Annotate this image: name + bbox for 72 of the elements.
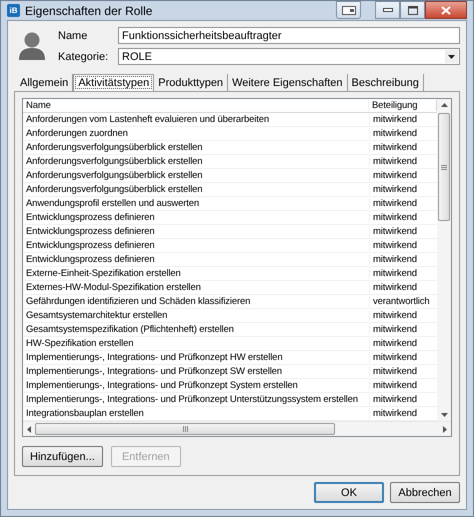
table-cell-text: mitwirkend	[372, 184, 418, 195]
table-cell: Anforderungen vom Lastenheft evaluieren und überarbeiten	[23, 114, 370, 125]
scroll-left-arrow-icon[interactable]	[27, 426, 31, 432]
grip-icon	[182, 426, 188, 432]
table-cell: Anforderungsverfolgungsüberblick erstellen	[23, 170, 370, 181]
table-cell: Gesamtsystemspezifikation (Pflichtenheft) erstellen	[23, 324, 370, 335]
ok-button[interactable]: OK	[314, 482, 384, 503]
table-cell: Entwicklungsprozess definieren	[23, 212, 370, 223]
table-cell: Anforderungsverfolgungsüberblick erstellen	[23, 156, 370, 167]
table-cell-text: mitwirkend	[372, 254, 418, 265]
table-cell-text: mitwirkend	[372, 394, 418, 405]
add-button[interactable]: Hinzufügen...	[22, 446, 103, 467]
table-cell: Implementierungs-, Integrations- und Prüfkonzept HW erstellen	[23, 352, 370, 363]
table-cell-text: mitwirkend	[372, 352, 418, 363]
table-cell-text: mitwirkend	[372, 142, 418, 153]
table-cell-text: mitwirkend	[372, 366, 418, 377]
table-cell: Implementierungs-, Integrations- und Prüfkonzept System erstellen	[23, 380, 370, 391]
table-cell-text: mitwirkend	[372, 282, 418, 293]
close-icon	[441, 6, 451, 14]
scroll-up-arrow-icon[interactable]	[440, 103, 448, 107]
minimize-icon	[382, 8, 392, 12]
minimize-button[interactable]	[375, 1, 400, 19]
tab[interactable]: Aktivitätstypen	[73, 74, 154, 91]
window-title: Eigenschaften der Rolle	[25, 4, 154, 18]
table-cell: Anforderungsverfolgungsüberblick erstellen	[23, 184, 370, 195]
table-cell-text: mitwirkend	[372, 156, 418, 167]
horizontal-scrollbar[interactable]	[23, 421, 451, 436]
table-cell-text: mitwirkend	[372, 212, 418, 223]
window-card-icon	[342, 6, 356, 14]
table-cell: Implementierungs-, Integrations- und Prüfkonzept Unterstützungssystem erstellen	[23, 394, 370, 405]
window-card-button[interactable]	[336, 1, 361, 19]
table-cell-text: mitwirkend	[372, 380, 418, 391]
column-header[interactable]: Name	[23, 100, 369, 111]
cancel-button[interactable]: Abbrechen	[390, 482, 460, 503]
table-cell: HW-Spezifikation erstellen	[23, 338, 370, 349]
table-cell: Anforderungsverfolgungsüberblick erstellen	[23, 142, 370, 153]
table-cell: Externe-Einheit-Spezifikation erstellen	[23, 268, 370, 279]
table-cell: Entwicklungsprozess definieren	[23, 240, 370, 251]
table-cell-text: mitwirkend	[372, 114, 418, 125]
table-cell-text: mitwirkend	[372, 128, 418, 139]
table-cell: Entwicklungsprozess definieren	[23, 226, 370, 237]
table-cell: Entwicklungsprozess definieren	[23, 254, 370, 265]
table-cell-text: mitwirkend	[372, 268, 418, 279]
maximize-icon	[408, 6, 418, 14]
table-cell: Externes-HW-Modul-Spezifikation erstellen	[23, 282, 370, 293]
table-cell: Anforderungen zuordnen	[23, 128, 370, 139]
app-icon: iB	[7, 4, 20, 17]
name-field[interactable]: Funktionssicherheitsbeauftragter	[118, 27, 460, 44]
maximize-button[interactable]	[400, 1, 425, 19]
close-button[interactable]	[425, 1, 467, 19]
table-cell: Gefährdungen identifizieren und Schäden klassifizieren	[23, 296, 370, 307]
scroll-right-arrow-icon[interactable]	[443, 426, 447, 432]
person-icon	[18, 31, 46, 61]
field-label: Kategorie:	[57, 50, 110, 62]
vertical-scrollbar[interactable]	[437, 99, 451, 421]
table-cell-text: mitwirkend	[372, 338, 418, 349]
grip-icon	[441, 164, 447, 170]
table-cell-text: mitwirkend	[372, 240, 418, 251]
table-cell-text: mitwirkend	[372, 226, 418, 237]
table-cell-text: mitwirkend	[372, 324, 418, 335]
field-label: Name	[57, 30, 88, 42]
table-cell-text: mitwirkend	[372, 310, 418, 321]
table-cell: Gesamtsystemarchitektur erstellen	[23, 310, 370, 321]
table-cell-text: verantwortlich	[372, 296, 431, 307]
table-cell: Anwendungsprofil erstellen und auswerten	[23, 198, 370, 209]
table-cell-text: mitwirkend	[372, 408, 418, 419]
category-dropdown[interactable]: ROLE	[118, 48, 460, 65]
table-cell: Implementierungs-, Integrations- und Prüfkonzept SW erstellen	[23, 366, 370, 377]
scroll-down-arrow-icon[interactable]	[440, 413, 448, 417]
table-cell: Integrationsbauplan erstellen	[23, 408, 370, 419]
table-cell-text: mitwirkend	[372, 170, 418, 181]
table-cell-text: mitwirkend	[372, 198, 418, 209]
